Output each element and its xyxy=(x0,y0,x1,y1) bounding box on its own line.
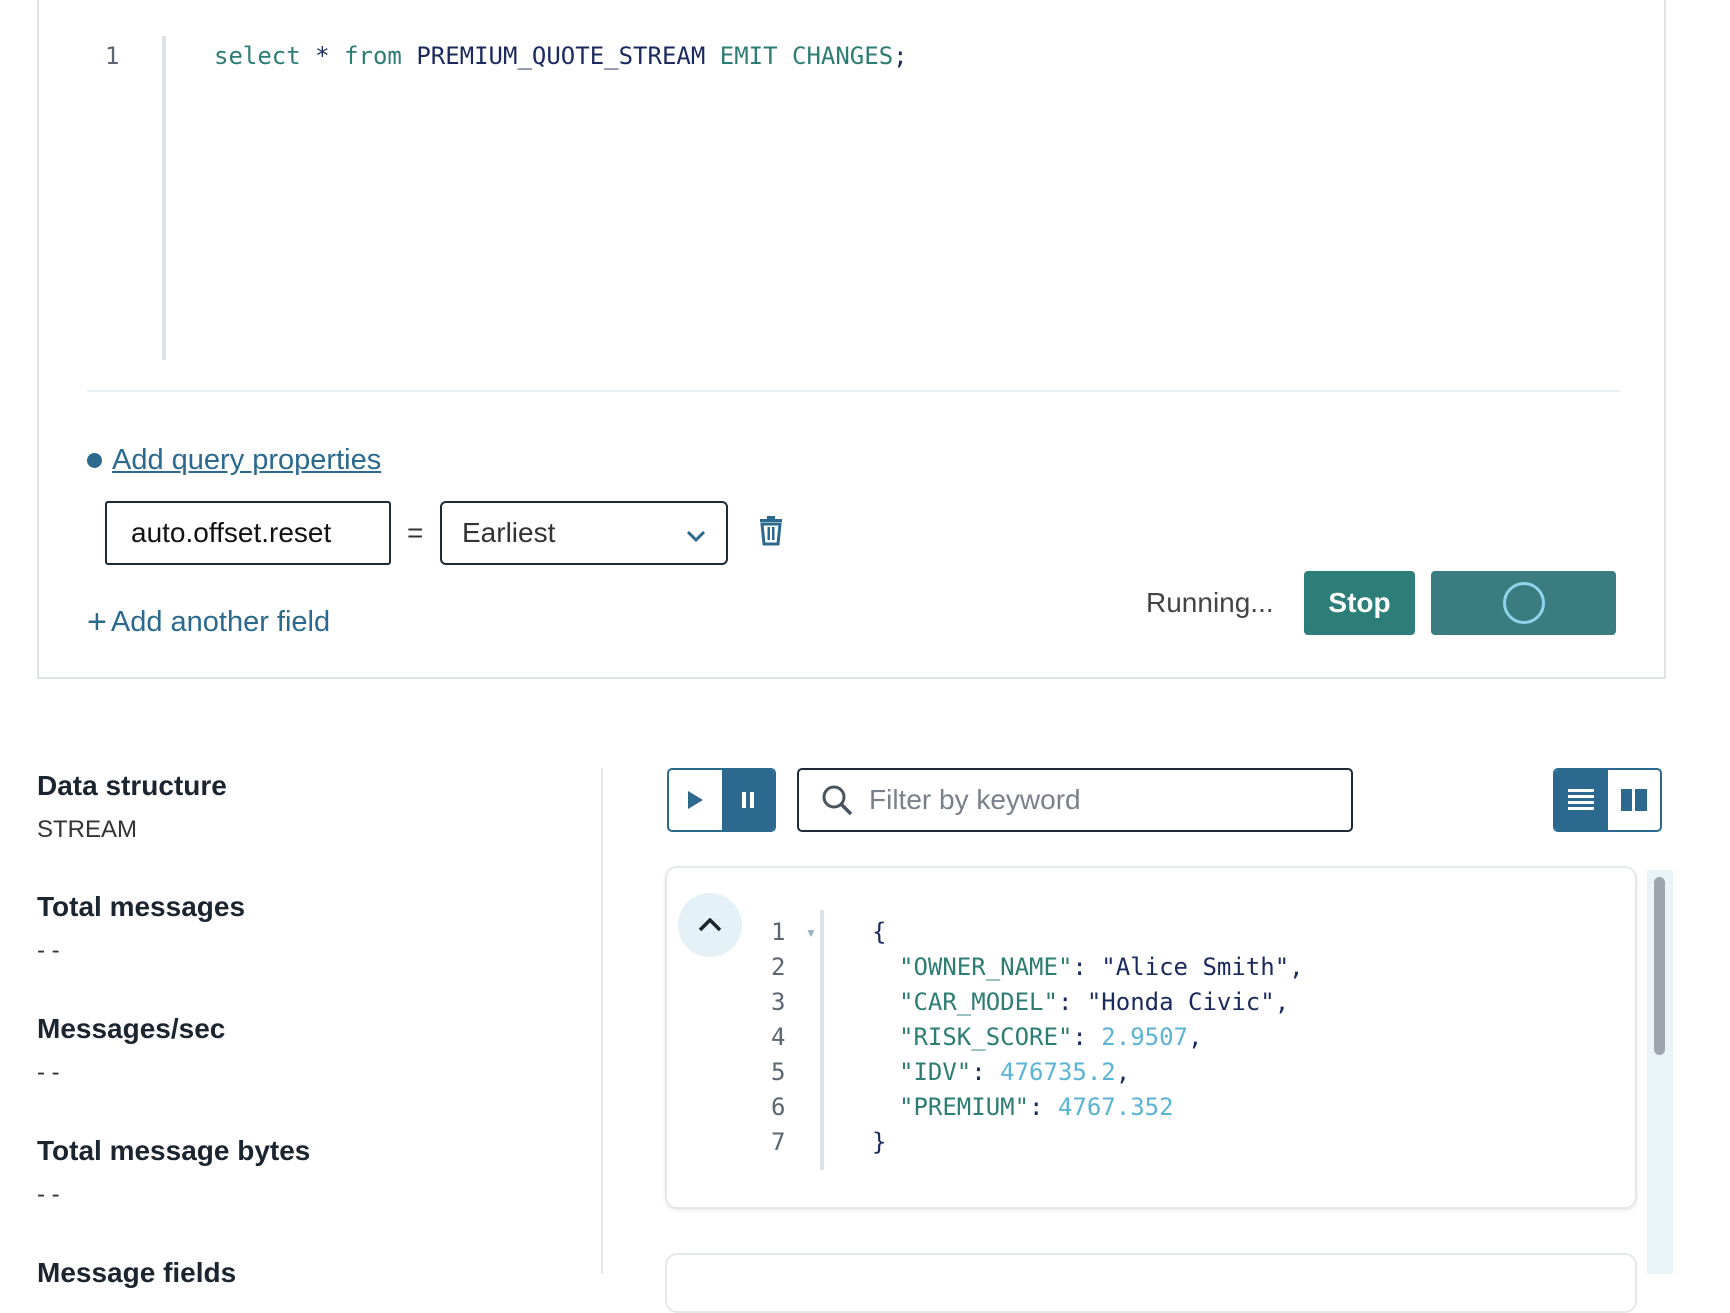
columns-view-icon xyxy=(1620,789,1647,811)
play-button[interactable] xyxy=(669,770,722,830)
columns-view-button[interactable] xyxy=(1608,770,1661,830)
stat-label: Data structure xyxy=(37,770,227,801)
json-close-brace: } xyxy=(872,1128,887,1156)
list-view-icon xyxy=(1568,789,1595,810)
divider xyxy=(87,390,1620,392)
search-icon xyxy=(822,785,853,816)
property-value-select[interactable]: Earliest xyxy=(440,501,728,565)
collapse-button[interactable] xyxy=(678,893,742,957)
json-key: "PREMIUM" xyxy=(899,1093,1030,1121)
sql-editor[interactable]: 1 select * from PREMIUM_QUOTE_STREAM EMI… xyxy=(39,0,1664,376)
json-key: "CAR_MODEL" xyxy=(899,988,1058,1016)
stat-total-messages: Total messages - - xyxy=(37,870,310,992)
pause-button[interactable] xyxy=(721,770,774,830)
vertical-divider xyxy=(601,768,603,1274)
equals-sign: = xyxy=(407,517,424,548)
json-comma: , xyxy=(1115,1058,1131,1086)
json-line: "IDV": 476735.2, xyxy=(899,1058,1131,1086)
stat-message-fields: Message fields xyxy=(37,1236,310,1289)
view-toggle xyxy=(1553,768,1662,832)
spinner-icon xyxy=(1502,582,1545,624)
sql-semicolon: ; xyxy=(893,42,908,70)
stat-label: Message fields xyxy=(37,1257,237,1288)
add-query-properties[interactable]: Add query properties xyxy=(87,444,381,477)
run-status: Running... xyxy=(1146,587,1274,618)
stream-playback-controls xyxy=(667,768,776,832)
sql-keyword-select: select xyxy=(214,42,301,70)
play-icon xyxy=(688,791,704,809)
json-comma: , xyxy=(1274,988,1290,1016)
editor-gutter xyxy=(162,36,166,360)
fold-icon[interactable]: ▼ xyxy=(805,926,817,940)
json-comma: , xyxy=(1188,1023,1203,1051)
message-card-next xyxy=(665,1253,1637,1313)
query-editor-panel: 1 select * from PREMIUM_QUOTE_STREAM EMI… xyxy=(37,0,1666,679)
stop-button[interactable]: Stop xyxy=(1304,571,1415,635)
json-comma: , xyxy=(1289,953,1304,981)
json-line: "RISK_SCORE": 2.9507, xyxy=(899,1023,1203,1051)
json-value: 2.9507 xyxy=(1101,1023,1188,1051)
json-key: "RISK_SCORE" xyxy=(899,1023,1073,1051)
json-key: "OWNER_NAME" xyxy=(899,953,1073,981)
property-key-input[interactable]: auto.offset.reset xyxy=(105,501,391,565)
json-key: "IDV" xyxy=(899,1058,972,1086)
bullet-icon xyxy=(87,453,102,468)
json-line: "OWNER_NAME": "Alice Smith", xyxy=(899,953,1304,981)
json-line-number: 1 xyxy=(771,918,786,946)
message-card: 1 2 3 4 5 6 7 ▼ { "OWNER_NAME": "Alice S… xyxy=(665,866,1637,1209)
stat-total-message-bytes: Total message bytes - - xyxy=(37,1114,310,1236)
plus-icon: + xyxy=(87,603,107,641)
json-value: 4767.352 xyxy=(1057,1093,1174,1121)
run-button-loading[interactable] xyxy=(1431,571,1616,635)
filter-placeholder: Filter by keyword xyxy=(869,784,1081,815)
stat-label: Messages/sec xyxy=(37,1013,226,1044)
stat-value: - - xyxy=(37,1181,60,1208)
json-value: "Honda Civic" xyxy=(1086,988,1275,1016)
line-number: 1 xyxy=(105,42,120,70)
add-another-field-button[interactable]: + Add another field xyxy=(87,603,330,642)
sql-stream-name: PREMIUM_QUOTE_STREAM xyxy=(416,42,706,70)
sql-keyword-changes: CHANGES xyxy=(792,42,894,70)
sql-keyword-emit: EMIT xyxy=(719,42,778,70)
stats-panel: Data structure STREAM Total messages - -… xyxy=(37,770,310,1289)
json-gutter xyxy=(820,910,824,1170)
filter-input[interactable]: Filter by keyword xyxy=(797,768,1353,832)
stat-data-structure: Data structure STREAM xyxy=(37,770,310,870)
json-open-brace: { xyxy=(872,918,887,946)
stat-value: - - xyxy=(37,1059,60,1086)
stat-messages-per-sec: Messages/sec - - xyxy=(37,992,310,1114)
pause-icon xyxy=(741,792,754,808)
json-line-number: 2 xyxy=(771,953,786,981)
json-line: "CAR_MODEL": "Honda Civic", xyxy=(899,988,1290,1016)
stat-label: Total message bytes xyxy=(37,1135,311,1166)
json-line-number: 4 xyxy=(771,1023,786,1051)
sql-star: * xyxy=(315,42,330,70)
json-value: 476735.2 xyxy=(1000,1058,1116,1086)
property-value-selected: Earliest xyxy=(462,517,556,548)
results-scrollbar-thumb[interactable] xyxy=(1654,877,1665,1055)
json-line-number: 7 xyxy=(771,1128,786,1156)
json-line: "PREMIUM": 4767.352 xyxy=(899,1093,1174,1121)
add-query-properties-link[interactable]: Add query properties xyxy=(112,444,381,477)
sql-code[interactable]: select * from PREMIUM_QUOTE_STREAM EMIT … xyxy=(214,42,908,70)
add-another-field-label: Add another field xyxy=(110,606,331,638)
json-line-number: 6 xyxy=(771,1093,786,1121)
stat-label: Total messages xyxy=(37,891,246,922)
trash-icon[interactable] xyxy=(758,516,784,546)
sql-keyword-from: from xyxy=(344,42,402,70)
stat-value: - - xyxy=(37,937,60,964)
json-value: "Alice Smith" xyxy=(1101,953,1290,981)
json-line-number: 5 xyxy=(771,1058,786,1086)
chevron-down-icon xyxy=(686,517,706,549)
list-view-button[interactable] xyxy=(1555,770,1608,830)
chevron-up-icon xyxy=(698,918,722,932)
json-line-number: 3 xyxy=(771,988,786,1016)
stat-value: STREAM xyxy=(37,816,138,843)
